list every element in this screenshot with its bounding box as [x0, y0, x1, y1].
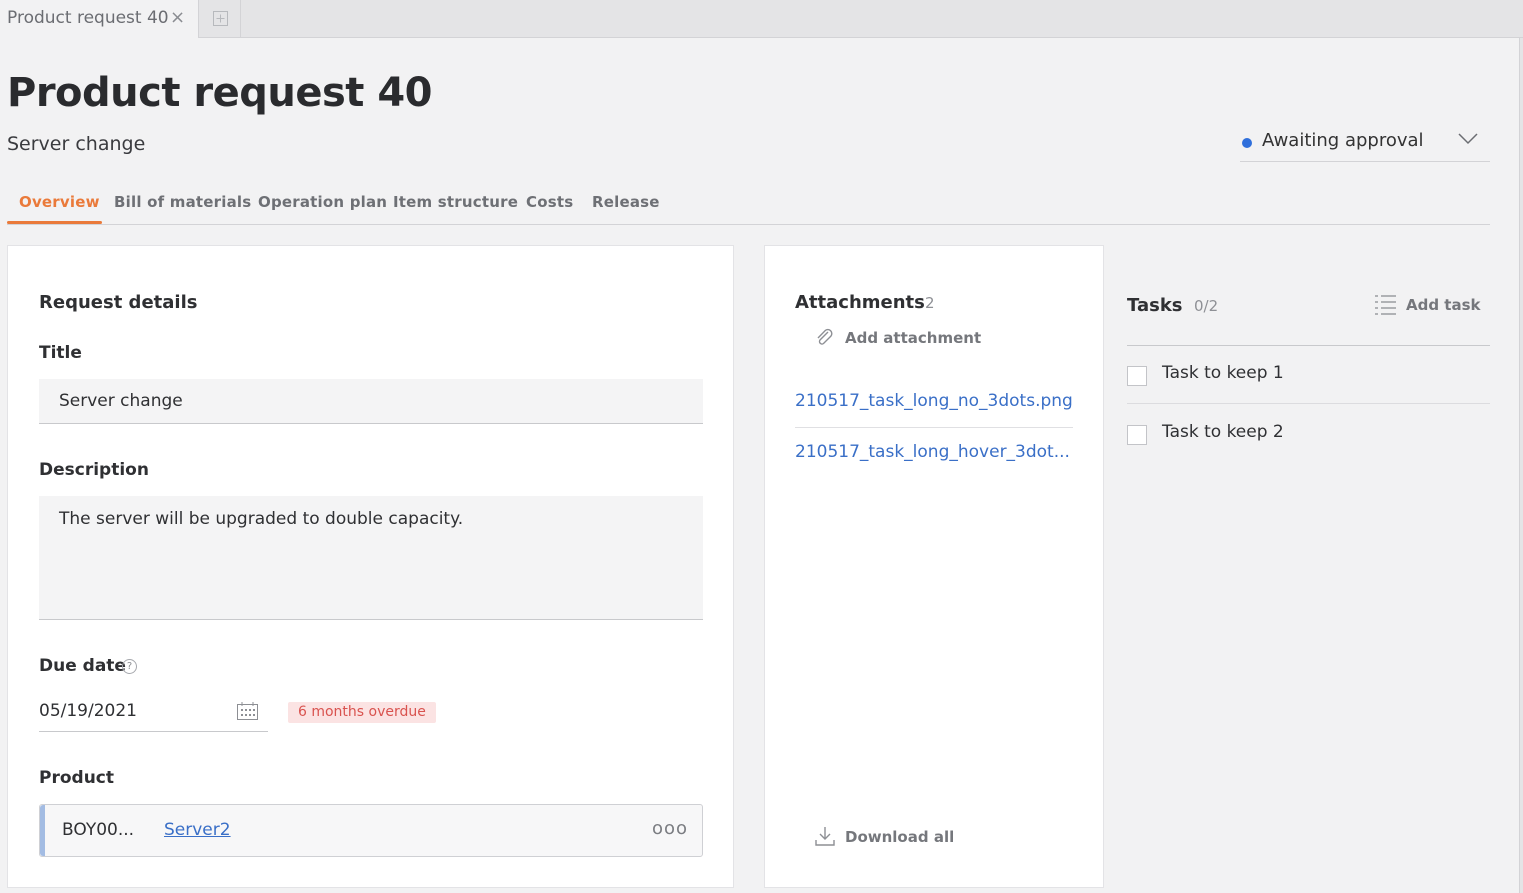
product-code: BOY00...	[62, 820, 135, 840]
add-attachment-button[interactable]: Add attachment	[815, 328, 985, 352]
status-label: Awaiting approval	[1262, 130, 1424, 151]
tab-overview[interactable]: Overview	[19, 193, 100, 211]
download-icon	[815, 827, 835, 846]
attachment-link[interactable]: 210517_task_long_hover_3dot...	[795, 442, 1075, 462]
close-icon[interactable]: ×	[170, 7, 185, 28]
status-dot-icon	[1242, 138, 1252, 148]
request-details-card: Request details Title Server change Desc…	[7, 245, 734, 888]
active-tab-indicator	[7, 221, 102, 224]
download-all-label: Download all	[845, 828, 955, 846]
new-tab-button[interactable]	[200, 0, 241, 38]
add-task-button[interactable]: Add task	[1375, 294, 1490, 318]
attachment-divider	[795, 427, 1073, 428]
attachments-heading: Attachments	[795, 292, 925, 313]
task-divider	[1127, 403, 1490, 404]
title-label: Title	[39, 343, 82, 363]
title-input-value: Server change	[59, 391, 183, 411]
list-icon	[1375, 295, 1396, 315]
task-item: Task to keep 1	[1127, 346, 1490, 404]
help-icon[interactable]: ?	[122, 659, 137, 674]
task-item: Task to keep 2	[1127, 405, 1490, 463]
due-date-value: 05/19/2021	[39, 701, 137, 721]
description-label: Description	[39, 460, 149, 480]
add-task-label: Add task	[1406, 296, 1481, 314]
description-value: The server will be upgraded to double ca…	[59, 509, 464, 529]
calendar-icon[interactable]	[237, 702, 258, 720]
page-subtitle: Server change	[7, 133, 146, 155]
attachment-link[interactable]: 210517_task_long_no_3dots.png	[795, 391, 1075, 411]
attachments-count: 2	[925, 294, 935, 312]
status-dropdown[interactable]: Awaiting approval	[1240, 126, 1490, 162]
more-options-icon[interactable]: ooo	[652, 818, 688, 839]
task-label: Task to keep 2	[1162, 422, 1284, 442]
title-input[interactable]: Server change	[39, 379, 703, 424]
request-details-heading: Request details	[39, 292, 198, 313]
download-all-button[interactable]: Download all	[815, 826, 975, 850]
task-checkbox[interactable]	[1127, 366, 1147, 386]
paperclip-icon	[817, 328, 833, 345]
tab-operation-plan[interactable]: Operation plan	[258, 193, 387, 211]
task-checkbox[interactable]	[1127, 425, 1147, 445]
document-tab-label: Product request 40	[7, 8, 169, 28]
description-textarea[interactable]: The server will be upgraded to double ca…	[39, 496, 703, 620]
product-accent-bar	[40, 805, 45, 856]
section-tabs: Overview Bill of materials Operation pla…	[7, 188, 1490, 225]
tasks-count: 0/2	[1194, 297, 1219, 315]
task-label: Task to keep 1	[1162, 363, 1284, 383]
product-link[interactable]: Server2	[164, 820, 231, 840]
new-tab-icon	[213, 11, 228, 26]
due-date-input[interactable]: 05/19/2021	[39, 693, 268, 732]
tab-release[interactable]: Release	[592, 193, 660, 211]
tab-bill-of-materials[interactable]: Bill of materials	[114, 193, 251, 211]
window-right-edge	[1519, 38, 1523, 893]
product-label: Product	[39, 768, 114, 788]
attachments-card: Attachments 2 Add attachment 210517_task…	[764, 245, 1104, 888]
tab-item-structure[interactable]: Item structure	[393, 193, 518, 211]
product-row: BOY00... Server2 ooo	[39, 804, 703, 857]
tasks-heading: Tasks	[1127, 295, 1183, 316]
document-tab[interactable]: Product request 40 ×	[0, 0, 199, 38]
chevron-down-icon	[1458, 133, 1478, 145]
page-title: Product request 40	[7, 70, 433, 116]
add-attachment-label: Add attachment	[845, 329, 982, 347]
due-date-label: Due date	[39, 656, 126, 676]
document-tab-bar: Product request 40 ×	[0, 0, 1523, 38]
overdue-badge: 6 months overdue	[288, 702, 436, 723]
tab-costs[interactable]: Costs	[526, 193, 573, 211]
